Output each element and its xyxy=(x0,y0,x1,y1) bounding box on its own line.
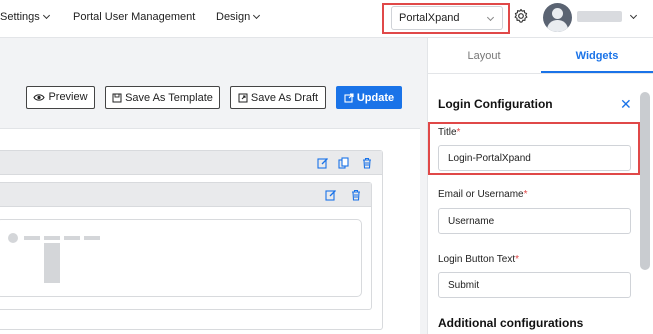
login-configuration-panel: Login Configuration ✕ Title* Login-Porta… xyxy=(428,82,641,334)
preview-button[interactable]: Preview xyxy=(26,86,95,109)
tab-layout-label: Layout xyxy=(467,50,501,62)
tab-widgets[interactable]: Widgets xyxy=(541,50,653,62)
title-input-value: Login-PortalXpand xyxy=(448,153,531,164)
properties-panel: Layout Widgets Login Configuration ✕ Tit… xyxy=(427,38,653,334)
edit-icon[interactable] xyxy=(317,157,329,169)
config-title: Login Configuration xyxy=(438,97,553,111)
update-button-label: Update xyxy=(356,92,395,104)
eye-icon xyxy=(33,94,46,101)
additional-configurations-heading: Additional configurations xyxy=(438,316,584,330)
avatar-head xyxy=(552,8,563,19)
login-button-text-label-text: Login Button Text xyxy=(438,254,516,265)
row-header xyxy=(0,183,371,207)
tab-widgets-label: Widgets xyxy=(575,50,619,62)
active-tab-indicator xyxy=(541,71,653,73)
nav-design[interactable]: Design xyxy=(216,11,261,23)
login-button-text-input[interactable]: Submit xyxy=(438,272,631,298)
avatar[interactable] xyxy=(543,3,572,32)
trash-icon[interactable] xyxy=(350,189,362,201)
trash-icon[interactable] xyxy=(361,157,373,169)
save-icon xyxy=(112,93,122,103)
top-nav: Settings Portal User Management Design P… xyxy=(0,0,653,38)
save-as-draft-label: Save As Draft xyxy=(250,92,319,104)
login-button-text-input-value: Submit xyxy=(448,280,480,291)
tab-divider xyxy=(428,73,653,74)
portal-select[interactable]: PortalXpand xyxy=(391,6,503,30)
widget-skeleton xyxy=(8,233,100,283)
nav-design-label: Design xyxy=(216,11,251,23)
save-as-draft-button[interactable]: Save As Draft xyxy=(230,86,326,109)
portal-select-value: PortalXpand xyxy=(399,12,460,24)
external-link-icon xyxy=(344,93,354,103)
chevron-down-icon xyxy=(486,13,495,22)
chevron-down-icon[interactable] xyxy=(629,11,638,20)
gear-icon[interactable] xyxy=(513,8,529,24)
email-username-input-value: Username xyxy=(448,216,495,227)
section-header xyxy=(0,151,382,175)
login-button-text-label: Login Button Text* xyxy=(438,254,519,265)
edit-icon[interactable] xyxy=(325,189,337,201)
close-icon[interactable]: ✕ xyxy=(620,96,632,113)
user-name-redacted xyxy=(577,11,622,22)
email-username-label-text: Email or Username xyxy=(438,189,524,200)
preview-button-label: Preview xyxy=(48,91,88,103)
required-marker: * xyxy=(456,127,461,138)
update-button[interactable]: Update xyxy=(336,86,402,109)
save-as-template-label: Save As Template xyxy=(125,92,213,104)
save-as-template-button[interactable]: Save As Template xyxy=(105,86,220,109)
chevron-down-icon xyxy=(253,11,261,20)
chevron-down-icon xyxy=(42,11,50,20)
external-link-icon xyxy=(238,93,248,103)
copy-icon[interactable] xyxy=(338,157,350,169)
tab-layout[interactable]: Layout xyxy=(428,50,540,62)
required-marker: * xyxy=(515,254,520,265)
nav-settings-label: Settings xyxy=(0,11,40,23)
title-label-text: Title xyxy=(438,127,457,138)
required-marker: * xyxy=(523,189,528,200)
login-widget-placeholder[interactable] xyxy=(0,219,362,297)
nav-portal-user-management-label: Portal User Management xyxy=(73,11,196,23)
nav-portal-user-management[interactable]: Portal User Management xyxy=(73,11,195,23)
email-username-label: Email or Username* xyxy=(438,189,528,200)
title-label: Title* xyxy=(438,127,460,138)
nav-settings[interactable]: Settings xyxy=(0,11,50,23)
email-username-input[interactable]: Username xyxy=(438,208,631,234)
avatar-body xyxy=(547,20,568,32)
panel-scrollbar[interactable] xyxy=(640,92,650,270)
title-input[interactable]: Login-PortalXpand xyxy=(438,145,631,171)
